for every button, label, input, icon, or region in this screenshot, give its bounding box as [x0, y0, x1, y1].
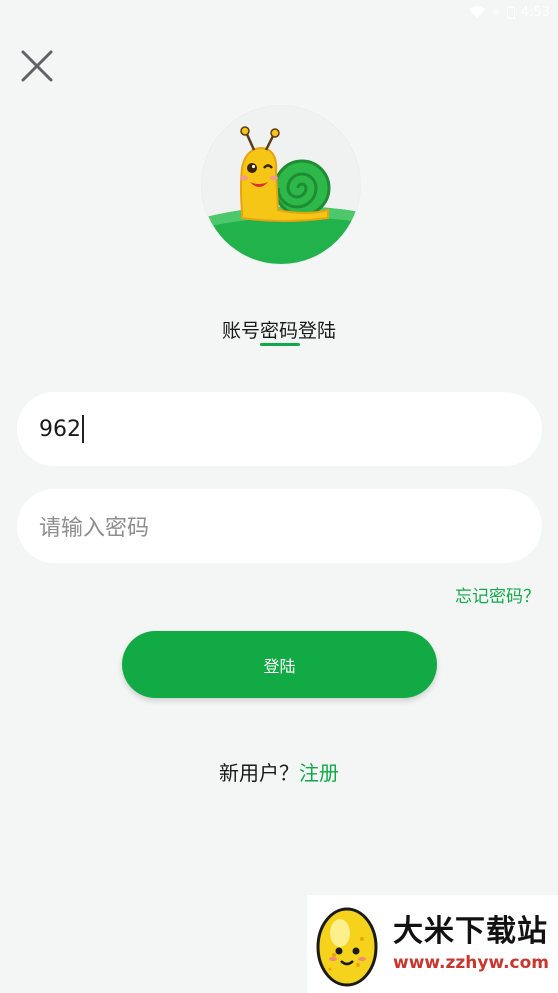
- account-input-value: 962: [39, 416, 81, 442]
- watermark-title: 大米下载站: [393, 914, 548, 949]
- register-row: 新用户？注册: [0, 757, 558, 786]
- wifi-icon: [468, 6, 485, 18]
- forgot-password-link[interactable]: 忘记密码？: [455, 582, 540, 607]
- app-avatar: [201, 105, 361, 265]
- login-mode-title[interactable]: 账号密码登陆: [0, 316, 558, 343]
- site-watermark: 大米下载站 www.zzhyw.com: [307, 895, 558, 993]
- battery-icon: [506, 5, 515, 19]
- close-icon: [20, 49, 54, 87]
- login-mode-underline: [260, 343, 300, 346]
- text-caret: [82, 415, 84, 443]
- status-time: 4:53: [520, 4, 550, 20]
- login-button[interactable]: 登陆: [122, 631, 437, 698]
- watermark-url: www.zzhyw.com: [393, 953, 550, 973]
- snail-mascot-icon: [202, 126, 360, 264]
- signal-icon: [491, 6, 501, 18]
- login-button-label: 登陆: [263, 656, 296, 676]
- account-input[interactable]: 962: [17, 392, 542, 466]
- password-placeholder: 请输入密码: [39, 516, 150, 541]
- close-button[interactable]: [17, 48, 57, 88]
- register-prompt: 新用户？: [219, 761, 299, 785]
- egg-mascot-icon: [307, 895, 387, 993]
- status-bar: 4:53: [0, 0, 558, 24]
- register-link[interactable]: 注册: [299, 761, 339, 785]
- password-input[interactable]: 请输入密码: [17, 489, 542, 563]
